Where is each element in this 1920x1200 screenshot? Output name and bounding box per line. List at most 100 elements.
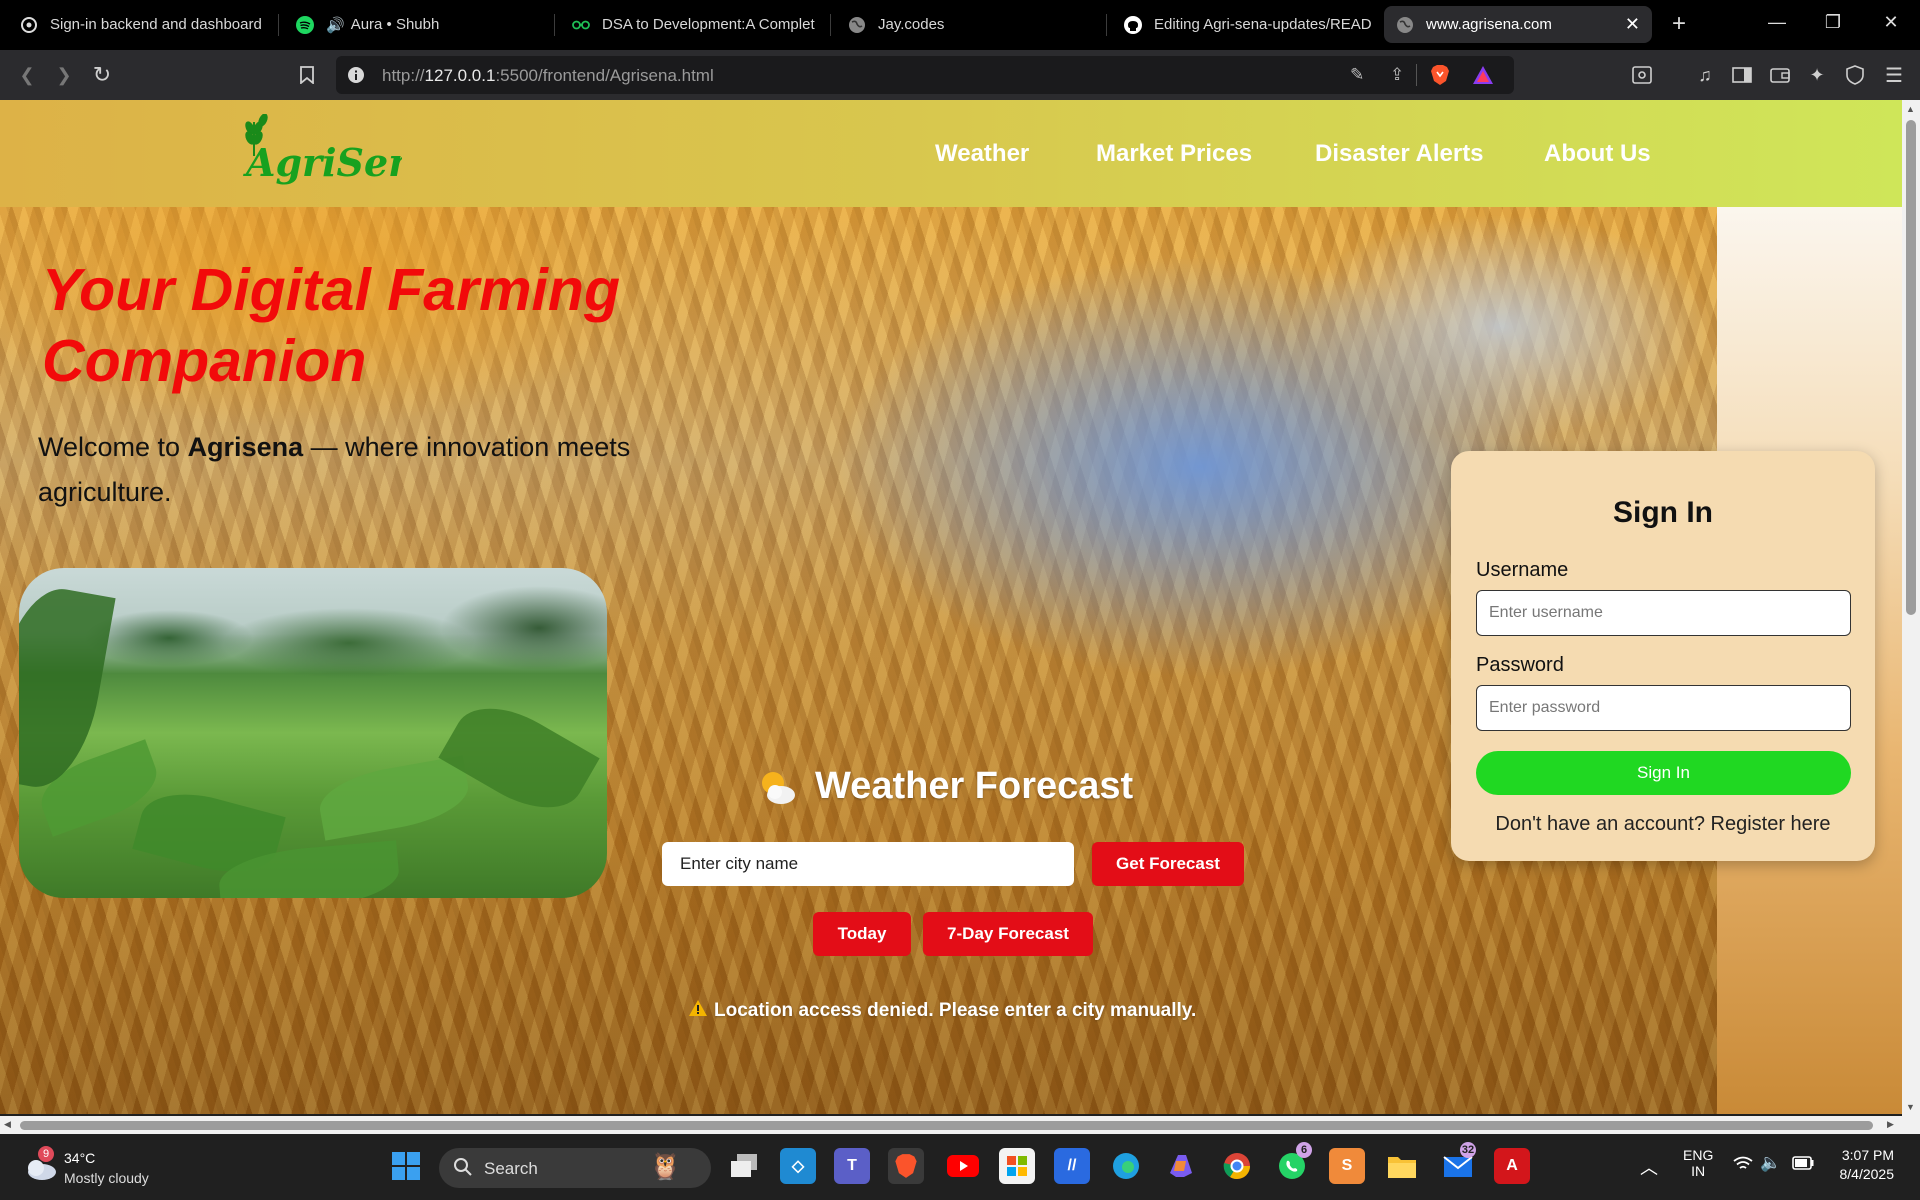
mail-icon[interactable]: 32 [1440, 1142, 1476, 1184]
location-message-text: Location access denied. Please enter a c… [714, 1000, 1197, 1021]
weather-temp[interactable]: 34°C [64, 1150, 95, 1166]
volume-icon[interactable]: 🔈 [1760, 1153, 1781, 1173]
seven-day-forecast-button[interactable]: 7-Day Forecast [923, 912, 1093, 956]
vpn-shield-icon[interactable] [1844, 64, 1866, 86]
youtube-icon[interactable] [945, 1148, 981, 1184]
farm-field-image [19, 568, 607, 898]
file-explorer-icon[interactable] [1384, 1148, 1420, 1184]
back-icon[interactable]: ❮ [16, 64, 38, 86]
search-label: Search [484, 1159, 538, 1178]
horizontal-scroll-thumb[interactable] [20, 1121, 1873, 1130]
tab-jay-codes[interactable]: Jay.codes [836, 6, 1104, 43]
site-info-icon[interactable] [346, 65, 366, 85]
vscode-icon[interactable]: ◇ [780, 1148, 816, 1184]
windows-start-icon[interactable] [388, 1148, 424, 1184]
share-icon[interactable]: ⇪ [1390, 65, 1404, 85]
brave-rewards-icon[interactable] [1472, 65, 1494, 90]
url-host: 127.0.0.1 [424, 66, 496, 85]
horizontal-scrollbar[interactable]: ◀ ▶ [0, 1116, 1920, 1134]
sublime-app-icon[interactable]: S [1329, 1148, 1365, 1184]
copilot-icon[interactable] [1163, 1148, 1199, 1184]
search-icon [453, 1157, 473, 1177]
nav-market-prices[interactable]: Market Prices [1096, 140, 1252, 168]
username-input[interactable] [1476, 590, 1851, 636]
weather-title-text: Weather Forecast [815, 765, 1134, 807]
register-link[interactable]: Don't have an account? Register here [1451, 813, 1875, 836]
nav-disaster-alerts[interactable]: Disaster Alerts [1315, 140, 1484, 168]
new-tab-button[interactable]: + [1664, 10, 1694, 38]
sign-in-button[interactable]: Sign In [1476, 751, 1851, 795]
wifi-icon[interactable] [1733, 1156, 1753, 1177]
get-forecast-button[interactable]: Get Forecast [1092, 842, 1244, 886]
nav-weather[interactable]: Weather [935, 140, 1029, 168]
teams-icon[interactable]: T [834, 1148, 870, 1184]
show-hidden-icons[interactable]: ︿ [1640, 1154, 1658, 1180]
bookmark-icon[interactable] [296, 64, 318, 86]
sign-in-title: Sign In [1613, 496, 1713, 529]
page-viewport: AgriSena Weather Market Prices Disaster … [0, 100, 1902, 1114]
browser-tab-bar: Sign-in backend and dashboard 🔊 Aura • S… [0, 0, 1920, 50]
chrome-icon[interactable] [1219, 1148, 1255, 1184]
weather-desc[interactable]: Mostly cloudy [64, 1170, 149, 1186]
whatsapp-icon[interactable]: 6 [1274, 1142, 1312, 1184]
clock[interactable]: 3:07 PM 8/4/2025 [1832, 1147, 1895, 1182]
username-label: Username [1476, 559, 1569, 581]
tab-dsa-to-development[interactable]: DSA to Development:A Complet [560, 6, 822, 43]
adobe-acrobat-icon[interactable]: A [1494, 1148, 1530, 1184]
restore-icon[interactable]: ❐ [1818, 12, 1848, 33]
tab-title: Jay.codes [878, 16, 945, 33]
address-bar[interactable]: http://127.0.0.1:5500/frontend/Agrisena.… [336, 56, 1514, 94]
speaker-icon[interactable]: 🔊 [326, 16, 345, 34]
tab-editing-agri-sena[interactable]: Editing Agri-sena-updates/READ [1112, 6, 1380, 43]
tab-sign-in-backend[interactable]: Sign-in backend and dashboard [8, 6, 276, 43]
agrisena-logo[interactable]: AgriSena [242, 113, 440, 194]
scroll-left-icon[interactable]: ◀ [4, 1119, 11, 1130]
tab-agrisena[interactable]: www.agrisena.com ✕ [1384, 6, 1652, 43]
close-window-icon[interactable]: ✕ [1876, 12, 1906, 33]
sun-cloud-icon [757, 767, 797, 807]
taskbar-search[interactable]: Search 🦉 [439, 1148, 711, 1188]
mail-badge: 32 [1460, 1142, 1476, 1158]
sidebar-icon[interactable] [1731, 64, 1753, 86]
minimize-icon[interactable]: — [1762, 12, 1792, 33]
no-tracking-icon[interactable]: ✎ [1350, 65, 1364, 85]
owl-icon: 🦉 [649, 1151, 682, 1181]
warning-icon [688, 999, 708, 1023]
scroll-right-icon[interactable]: ▶ [1887, 1119, 1894, 1130]
battery-icon[interactable] [1792, 1156, 1814, 1173]
editor-app-icon[interactable]: // [1054, 1148, 1090, 1184]
microsoft-store-icon[interactable] [999, 1148, 1035, 1184]
screenshot-icon[interactable] [1631, 64, 1653, 86]
url-text[interactable]: http://127.0.0.1:5500/frontend/Agrisena.… [382, 66, 714, 86]
forward-icon[interactable]: ❯ [53, 64, 75, 86]
weather-widget-icon[interactable]: 9 [22, 1146, 58, 1182]
menu-icon[interactable]: ☰ [1883, 64, 1905, 87]
vertical-scroll-thumb[interactable] [1906, 120, 1916, 615]
tab-title: Sign-in backend and dashboard [50, 16, 262, 33]
nav-about-us[interactable]: About Us [1544, 140, 1651, 168]
city-input[interactable] [662, 842, 1074, 886]
music-icon[interactable]: ♫ [1694, 64, 1716, 86]
clock-time: 3:07 PM [1841, 1147, 1894, 1163]
svg-text:AgriSena: AgriSena [243, 140, 402, 185]
vertical-scrollbar[interactable]: ▲ ▼ [1902, 100, 1920, 1116]
today-button[interactable]: Today [813, 912, 911, 956]
welcome-prefix: Welcome to [38, 432, 188, 462]
edge-icon[interactable] [1108, 1148, 1144, 1184]
scroll-up-icon[interactable]: ▲ [1906, 104, 1915, 114]
reload-icon[interactable]: ↻ [91, 62, 113, 87]
language-indicator[interactable]: ENG IN [1683, 1147, 1713, 1179]
brave-shields-icon[interactable] [1430, 64, 1450, 91]
brave-browser-icon[interactable] [888, 1148, 924, 1184]
windows-taskbar: 9 34°C Mostly cloudy Search 🦉 ◇ T // 6 S [0, 1134, 1920, 1200]
close-tab-icon[interactable]: ✕ [1625, 14, 1640, 35]
tab-title: www.agrisena.com [1426, 16, 1552, 33]
region-code: IN [1691, 1163, 1706, 1179]
wallet-icon[interactable] [1769, 64, 1791, 86]
task-view-icon[interactable] [726, 1148, 762, 1184]
password-input[interactable] [1476, 685, 1851, 731]
scroll-down-icon[interactable]: ▼ [1906, 1102, 1915, 1112]
tab-aura-shubh[interactable]: 🔊 Aura • Shubh [284, 6, 552, 43]
leo-ai-icon[interactable]: ✦ [1806, 64, 1828, 86]
password-label: Password [1476, 654, 1564, 676]
